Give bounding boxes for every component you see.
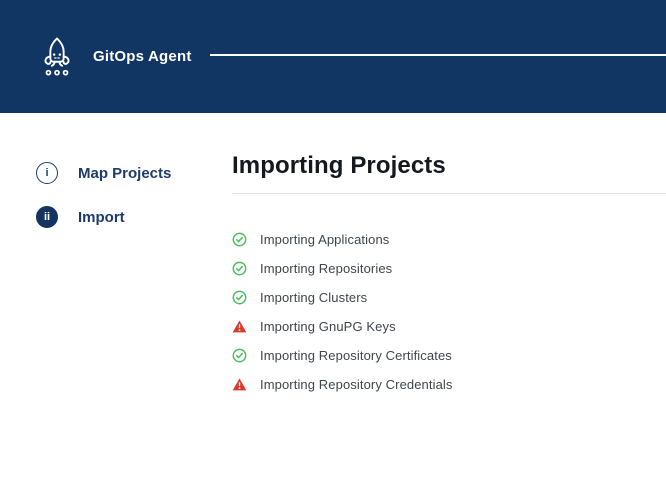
page-title: Importing Projects — [232, 152, 666, 180]
app-header: GitOps Agent — [0, 0, 666, 113]
warning-triangle-icon — [232, 377, 247, 392]
check-circle-icon — [232, 232, 247, 247]
warning-triangle-icon — [232, 319, 247, 334]
check-circle-icon — [232, 290, 247, 305]
status-row: Importing Repository Certificates — [232, 348, 666, 363]
step-number-badge: ii — [36, 206, 58, 228]
check-circle-icon — [232, 348, 247, 363]
step-import[interactable]: ii Import — [36, 206, 232, 228]
status-row: Importing Repository Credentials — [232, 377, 666, 392]
check-circle-icon — [232, 261, 247, 276]
status-label: Importing Applications — [260, 232, 389, 247]
status-label: Importing Clusters — [260, 290, 367, 305]
header-divider — [210, 54, 666, 56]
brand-title: GitOps Agent — [93, 48, 192, 65]
status-row: Importing Applications — [232, 232, 666, 247]
status-label: Importing Repository Certificates — [260, 348, 452, 363]
step-map-projects[interactable]: i Map Projects — [36, 162, 232, 184]
content-area: i Map Projects ii Import Importing Proje… — [0, 113, 666, 406]
import-status-panel: Importing Projects Importing Application… — [232, 113, 666, 406]
step-label: Import — [78, 209, 125, 226]
status-row: Importing Repositories — [232, 261, 666, 276]
status-row: Importing Clusters — [232, 290, 666, 305]
octopus-logo-icon — [38, 36, 76, 78]
status-row: Importing GnuPG Keys — [232, 319, 666, 334]
title-divider — [232, 193, 666, 194]
status-label: Importing Repositories — [260, 261, 392, 276]
step-number-badge: i — [36, 162, 58, 184]
status-label: Importing GnuPG Keys — [260, 319, 396, 334]
status-label: Importing Repository Credentials — [260, 377, 453, 392]
step-label: Map Projects — [78, 165, 171, 182]
wizard-sidebar: i Map Projects ii Import — [0, 113, 232, 406]
